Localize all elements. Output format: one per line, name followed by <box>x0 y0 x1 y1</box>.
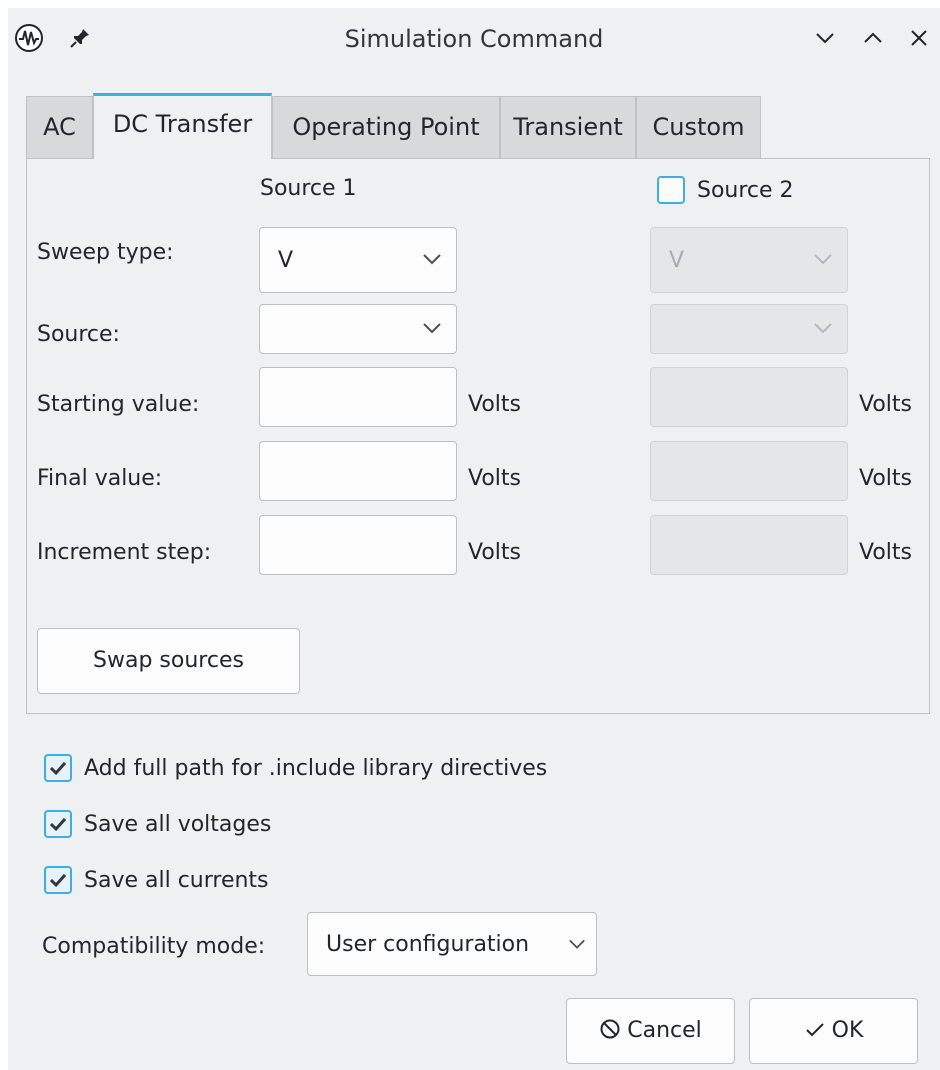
source1-starting-value-input[interactable] <box>259 367 457 427</box>
checkmark-icon <box>805 1023 824 1037</box>
compatibility-mode-select[interactable]: User configuration <box>307 912 597 976</box>
tab-dc-transfer[interactable]: DC Transfer <box>93 93 272 159</box>
cancel-button[interactable]: Cancel <box>566 998 735 1064</box>
swap-sources-button[interactable]: Swap sources <box>37 628 300 694</box>
source2-source-select[interactable] <box>650 304 848 354</box>
source1-sweep-type-select[interactable]: V <box>259 227 457 293</box>
source2-sweep-type-select[interactable]: V <box>650 227 848 293</box>
source1-sweep-type-value: V <box>278 248 294 273</box>
source1-final-unit: Volts <box>468 466 522 491</box>
window-title: Simulation Command <box>344 25 604 53</box>
full-path-include-label: Add full path for .include library direc… <box>84 756 548 781</box>
source2-final-unit: Volts <box>859 466 913 491</box>
compatibility-mode-value: User configuration <box>326 932 530 957</box>
cancel-label: Cancel <box>627 1018 702 1043</box>
source1-source-select[interactable] <box>259 304 457 354</box>
tab-custom[interactable]: Custom <box>636 96 761 158</box>
chevron-down-icon <box>814 254 832 265</box>
tab-transient[interactable]: Transient <box>500 96 636 158</box>
checkmark-icon <box>49 761 67 776</box>
source1-header: Source 1 <box>260 176 357 201</box>
save-all-voltages-label: Save all voltages <box>84 812 272 837</box>
checkmark-icon <box>49 817 67 832</box>
cancel-icon <box>600 1019 620 1039</box>
chevron-up-icon[interactable] <box>859 24 887 52</box>
source2-start-unit: Volts <box>859 392 913 417</box>
save-all-voltages-checkbox[interactable] <box>44 810 72 838</box>
source2-sweep-type-value: V <box>669 248 685 273</box>
chevron-down-icon <box>423 323 441 334</box>
source2-step-unit: Volts <box>859 540 913 565</box>
ok-label: OK <box>831 1018 864 1043</box>
sweep-type-label: Sweep type: <box>37 240 174 265</box>
source-label: Source: <box>37 322 120 347</box>
source1-final-value-input[interactable] <box>259 441 457 501</box>
tab-operating-point[interactable]: Operating Point <box>272 96 500 158</box>
save-all-currents-label: Save all currents <box>84 868 269 893</box>
source2-increment-step-input[interactable] <box>650 515 848 575</box>
chevron-down-icon <box>423 254 441 265</box>
ok-button[interactable]: OK <box>749 998 918 1064</box>
source1-start-unit: Volts <box>468 392 522 417</box>
chevron-down-icon[interactable] <box>811 24 839 52</box>
starting-value-label: Starting value: <box>37 392 200 417</box>
title-bar: Simulation Command <box>8 8 940 68</box>
final-value-label: Final value: <box>37 466 163 491</box>
close-icon[interactable] <box>905 24 933 52</box>
source2-label: Source 2 <box>697 178 794 203</box>
source1-step-unit: Volts <box>468 540 522 565</box>
source1-increment-step-input[interactable] <box>259 515 457 575</box>
chevron-down-icon <box>569 939 585 949</box>
simulation-command-dialog: Simulation Command AC Operating Point Tr… <box>8 8 940 1070</box>
increment-step-label: Increment step: <box>37 540 212 565</box>
compatibility-mode-label: Compatibility mode: <box>42 934 266 959</box>
checkmark-icon <box>49 873 67 888</box>
source2-final-value-input[interactable] <box>650 441 848 501</box>
source2-starting-value-input[interactable] <box>650 367 848 427</box>
full-path-include-checkbox[interactable] <box>44 754 72 782</box>
chevron-down-icon <box>814 323 832 334</box>
source2-checkbox[interactable] <box>657 176 685 204</box>
tab-ac[interactable]: AC <box>26 96 93 158</box>
save-all-currents-checkbox[interactable] <box>44 866 72 894</box>
